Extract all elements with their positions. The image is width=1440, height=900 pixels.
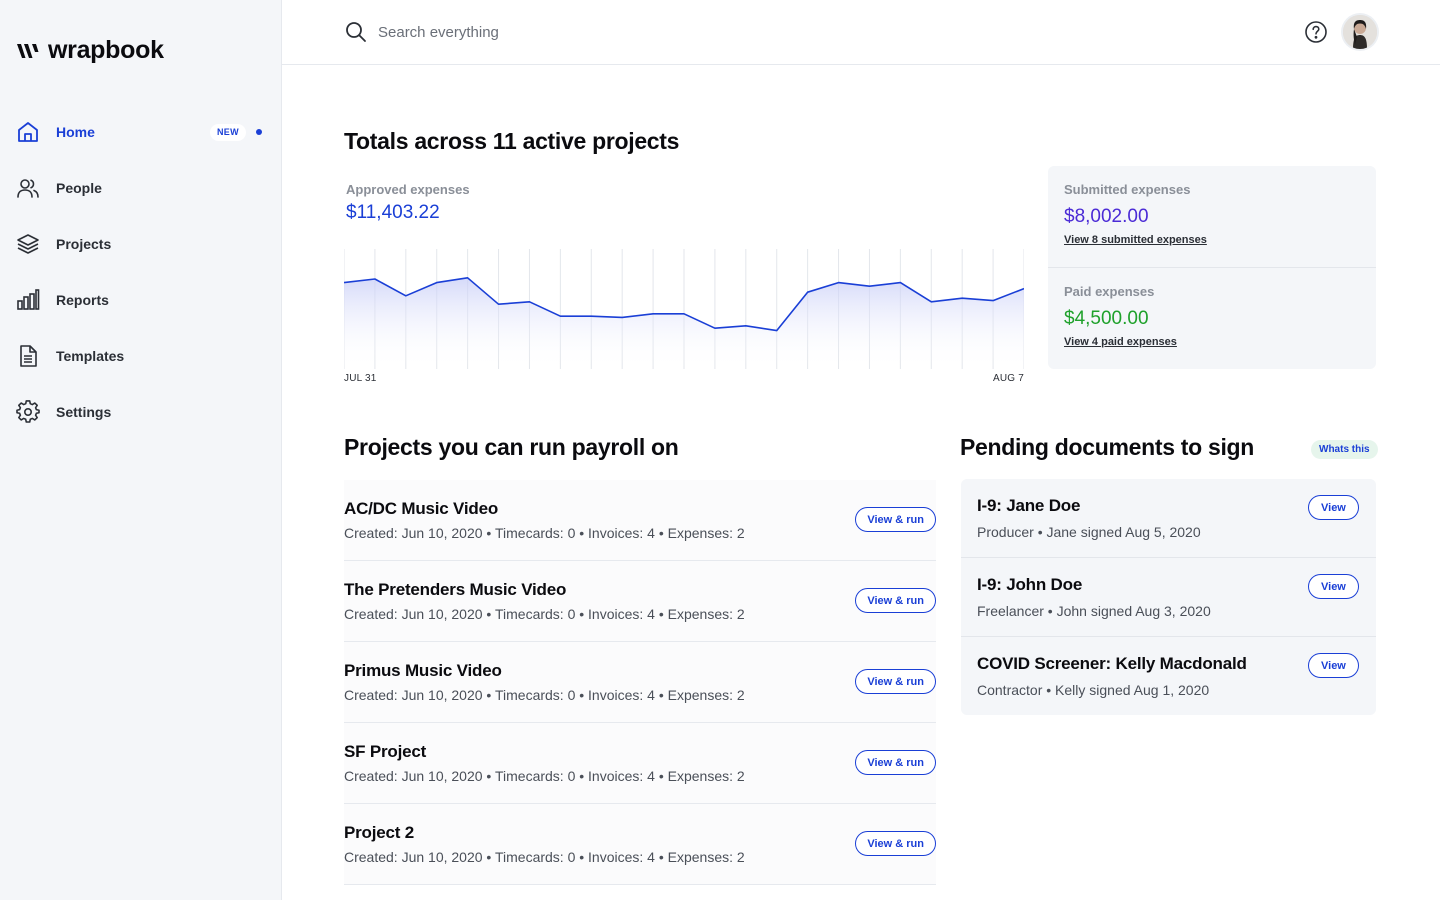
view-and-run-button[interactable]: View & run bbox=[855, 831, 936, 856]
divider bbox=[1048, 267, 1376, 268]
sidebar-item-templates[interactable]: Templates bbox=[0, 328, 282, 384]
view-and-run-button[interactable]: View & run bbox=[855, 588, 936, 613]
document-title: I-9: Jane Doe bbox=[977, 496, 1081, 515]
list-item: AC/DC Music Video Created: Jun 10, 2020 … bbox=[344, 480, 936, 561]
sidebar-nav: Home NEW People Projects Reports Templat… bbox=[0, 104, 282, 440]
sidebar-item-settings[interactable]: Settings bbox=[0, 384, 282, 440]
paid-expenses-value: $4,500.00 bbox=[1064, 308, 1149, 329]
projects-section-title: Projects you can run payroll on bbox=[344, 434, 679, 460]
document-title: COVID Screener: Kelly Macdonald bbox=[977, 654, 1247, 673]
document-meta: Freelancer • John signed Aug 3, 2020 bbox=[977, 603, 1211, 619]
new-badge: NEW bbox=[210, 124, 246, 141]
document-icon bbox=[16, 344, 40, 368]
people-icon bbox=[16, 176, 40, 200]
view-submitted-expenses-link[interactable]: View 8 submitted expenses bbox=[1064, 234, 1207, 246]
view-paid-expenses-link[interactable]: View 4 paid expenses bbox=[1064, 336, 1177, 348]
project-meta: Created: Jun 10, 2020 • Timecards: 0 • I… bbox=[344, 849, 745, 865]
project-name: The Pretenders Music Video bbox=[344, 580, 567, 599]
layers-icon bbox=[16, 232, 40, 256]
project-meta: Created: Jun 10, 2020 • Timecards: 0 • I… bbox=[344, 768, 745, 784]
sidebar-item-label: Templates bbox=[56, 348, 125, 364]
search-input[interactable] bbox=[378, 23, 678, 41]
submitted-expenses-section: Submitted expenses $8,002.00 View 8 subm… bbox=[1064, 182, 1207, 248]
gear-icon bbox=[16, 400, 40, 424]
view-and-run-button[interactable]: View & run bbox=[855, 507, 936, 532]
list-item: Project 2 Created: Jun 10, 2020 • Timeca… bbox=[344, 804, 936, 885]
project-name: Project 2 bbox=[344, 823, 415, 842]
pending-documents-card: I-9: Jane Doe Producer • Jane signed Aug… bbox=[961, 479, 1376, 715]
projects-list: AC/DC Music Video Created: Jun 10, 2020 … bbox=[344, 480, 936, 885]
sidebar-item-home[interactable]: Home NEW bbox=[0, 104, 282, 160]
project-name: Primus Music Video bbox=[344, 661, 502, 680]
sidebar-item-label: People bbox=[56, 180, 102, 196]
sidebar-item-label: Reports bbox=[56, 292, 109, 308]
paid-expenses-section: Paid expenses $4,500.00 View 4 paid expe… bbox=[1064, 284, 1177, 350]
avatar[interactable] bbox=[1343, 15, 1377, 49]
sidebar-item-projects[interactable]: Projects bbox=[0, 216, 282, 272]
expense-summary-card: Submitted expenses $8,002.00 View 8 subm… bbox=[1048, 166, 1376, 369]
document-title: I-9: John Doe bbox=[977, 575, 1083, 594]
user-avatar-icon bbox=[1343, 15, 1377, 49]
search-icon[interactable] bbox=[344, 20, 368, 44]
list-item: SF Project Created: Jun 10, 2020 • Timec… bbox=[344, 723, 936, 804]
home-icon bbox=[16, 120, 40, 144]
sidebar-item-people[interactable]: People bbox=[0, 160, 282, 216]
whats-this-badge[interactable]: Whats this bbox=[1311, 440, 1378, 459]
topbar bbox=[282, 0, 1440, 65]
logo-text: wrapbook bbox=[48, 36, 164, 64]
project-name: SF Project bbox=[344, 742, 427, 761]
notification-dot bbox=[256, 129, 262, 135]
list-item: The Pretenders Music Video Created: Jun … bbox=[344, 561, 936, 642]
submitted-expenses-label: Submitted expenses bbox=[1064, 182, 1191, 197]
page-title: Totals across 11 active projects bbox=[344, 128, 680, 154]
view-document-button[interactable]: View bbox=[1308, 574, 1359, 599]
approved-expenses-label: Approved expenses bbox=[346, 182, 470, 197]
submitted-expenses-value: $8,002.00 bbox=[1064, 206, 1149, 227]
view-and-run-button[interactable]: View & run bbox=[855, 750, 936, 775]
view-document-button[interactable]: View bbox=[1308, 495, 1359, 520]
search-bar bbox=[344, 20, 678, 44]
sidebar-item-label: Home bbox=[56, 124, 95, 140]
list-item: Primus Music Video Created: Jun 10, 2020… bbox=[344, 642, 936, 723]
documents-section-title: Pending documents to sign bbox=[960, 434, 1255, 460]
project-meta: Created: Jun 10, 2020 • Timecards: 0 • I… bbox=[344, 525, 745, 541]
list-item: COVID Screener: Kelly Macdonald Contract… bbox=[961, 637, 1376, 716]
document-meta: Contractor • Kelly signed Aug 1, 2020 bbox=[977, 682, 1210, 698]
chart-end-date: AUG 7 bbox=[993, 373, 1025, 384]
project-meta: Created: Jun 10, 2020 • Timecards: 0 • I… bbox=[344, 687, 745, 703]
view-document-button[interactable]: View bbox=[1308, 653, 1359, 678]
sidebar-item-reports[interactable]: Reports bbox=[0, 272, 282, 328]
logo[interactable]: wrapbook bbox=[16, 36, 164, 65]
project-name: AC/DC Music Video bbox=[344, 499, 499, 518]
bar-chart-icon bbox=[16, 288, 40, 312]
sidebar-item-label: Settings bbox=[56, 404, 112, 420]
sidebar-item-label: Projects bbox=[56, 236, 112, 252]
project-meta: Created: Jun 10, 2020 • Timecards: 0 • I… bbox=[344, 606, 745, 622]
help-icon[interactable] bbox=[1304, 20, 1328, 44]
approved-expenses-chart bbox=[344, 249, 1024, 369]
list-item: I-9: Jane Doe Producer • Jane signed Aug… bbox=[961, 479, 1376, 558]
approved-expenses-value: $11,403.22 bbox=[346, 202, 440, 223]
paid-expenses-label: Paid expenses bbox=[1064, 284, 1155, 299]
chart-start-date: JUL 31 bbox=[344, 373, 377, 384]
sidebar: wrapbook Home NEW People Projects Report… bbox=[0, 0, 282, 900]
wrapbook-logo-icon bbox=[17, 43, 39, 58]
document-meta: Producer • Jane signed Aug 5, 2020 bbox=[977, 524, 1201, 540]
view-and-run-button[interactable]: View & run bbox=[855, 669, 936, 694]
list-item: I-9: John Doe Freelancer • John signed A… bbox=[961, 558, 1376, 637]
